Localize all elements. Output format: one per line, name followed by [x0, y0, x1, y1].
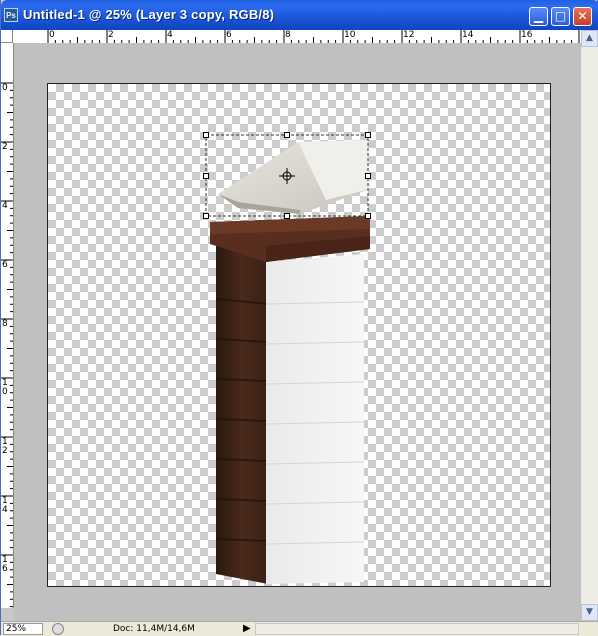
transform-handle[interactable]: [365, 213, 371, 219]
transform-handle[interactable]: [203, 173, 209, 179]
minimize-button[interactable]: ▁: [529, 7, 548, 26]
vertical-scrollbar[interactable]: ▲ ▼: [581, 30, 598, 621]
minimize-icon: ▁: [533, 9, 544, 23]
zoom-field[interactable]: 25%: [3, 623, 43, 635]
ruler-label: 10: [344, 30, 356, 40]
ruler-label: 8: [2, 319, 8, 329]
ruler-label: 16: [521, 30, 533, 40]
transform-box[interactable]: [48, 84, 550, 586]
transform-handle[interactable]: [203, 132, 209, 138]
horizontal-ruler-ticks: [47, 30, 580, 43]
ruler-origin-corner[interactable]: [1, 30, 13, 43]
scroll-down-icon[interactable]: ▼: [581, 604, 598, 621]
scroll-up-icon[interactable]: ▲: [581, 30, 598, 47]
transform-handle[interactable]: [203, 213, 209, 219]
status-info-icon[interactable]: [52, 623, 64, 635]
ruler-label: 4: [167, 30, 173, 40]
maximize-icon: □: [554, 9, 567, 23]
window-title: Untitled-1 @ 25% (Layer 3 copy, RGB/8): [23, 7, 275, 22]
ruler-label: 1 2: [2, 437, 8, 456]
close-icon: ✕: [577, 9, 588, 23]
transform-handle[interactable]: [365, 132, 371, 138]
status-bar: 25% Doc: 11,4M/14,6M ▶: [1, 621, 598, 636]
title-bar[interactable]: Ps Untitled-1 @ 25% (Layer 3 copy, RGB/8…: [1, 0, 598, 30]
transform-handle[interactable]: [284, 213, 290, 219]
ruler-label: 14: [462, 30, 474, 40]
ruler-label: 0: [49, 30, 55, 40]
transform-handle[interactable]: [365, 173, 371, 179]
ruler-label: 2: [108, 30, 114, 40]
close-button[interactable]: ✕: [573, 7, 592, 26]
ruler-label: 6: [226, 30, 232, 40]
horizontal-scrollbar[interactable]: [255, 623, 579, 635]
ruler-label: 1 6: [2, 555, 8, 574]
reference-point-icon[interactable]: [279, 168, 295, 184]
ruler-label: 4: [2, 201, 8, 211]
document-window: Ps Untitled-1 @ 25% (Layer 3 copy, RGB/8…: [0, 0, 598, 636]
status-menu-arrow-icon[interactable]: ▶: [243, 623, 251, 634]
ruler-label: 6: [2, 260, 8, 270]
ruler-label: 12: [403, 30, 415, 40]
vertical-ruler[interactable]: 0 2 4 6 8 1 0 1 2 1 4 1 6: [1, 43, 14, 608]
document-size-info: Doc: 11,4M/14,6M: [113, 624, 195, 634]
document-canvas[interactable]: [47, 83, 551, 587]
canvas-area[interactable]: [14, 43, 581, 621]
maximize-button[interactable]: □: [551, 7, 570, 26]
ruler-label: 0: [2, 83, 8, 93]
ruler-label: 1 4: [2, 496, 8, 515]
ruler-label: 8: [285, 30, 291, 40]
ruler-label: 2: [2, 142, 8, 152]
transform-handle[interactable]: [284, 132, 290, 138]
horizontal-ruler[interactable]: 0 2 4 6 8 10 12 14 16: [13, 30, 581, 44]
ruler-label: 1 0: [2, 378, 8, 397]
photoshop-app-icon[interactable]: Ps: [4, 8, 18, 22]
